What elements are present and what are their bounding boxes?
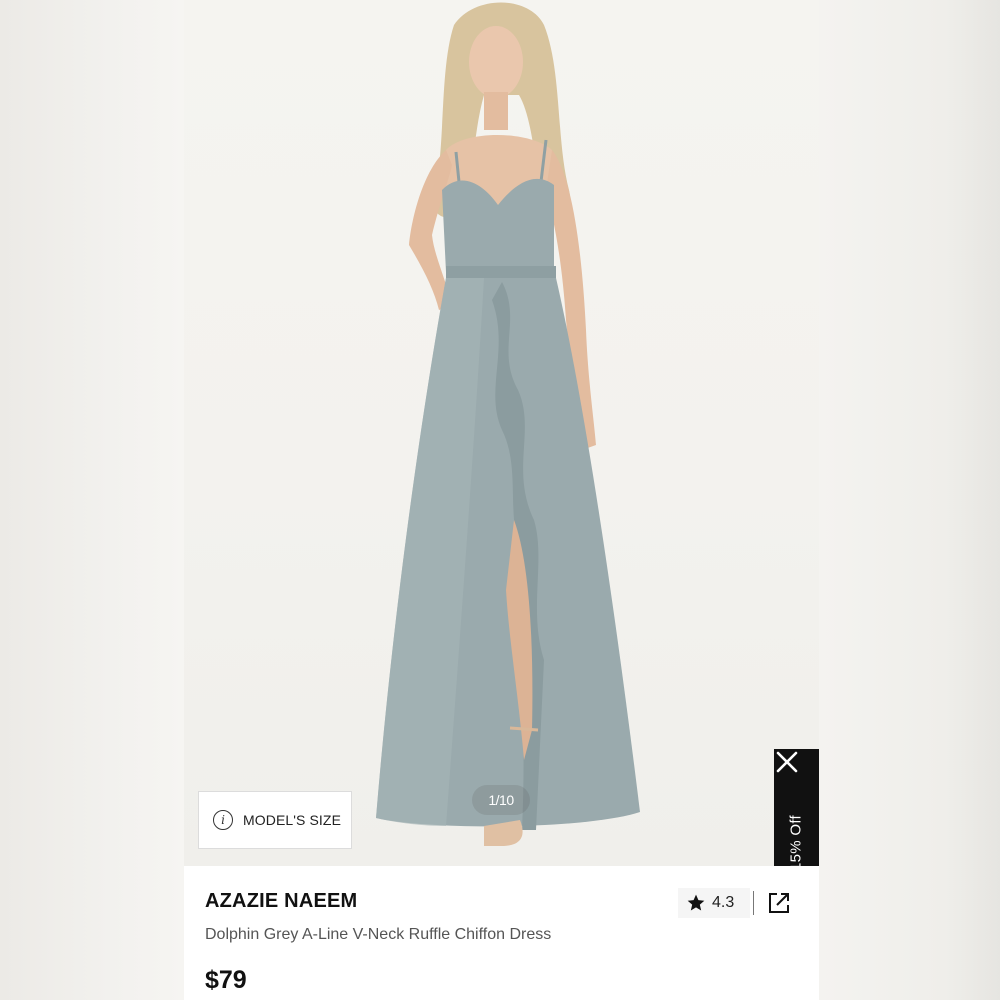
rating-value: 4.3 xyxy=(712,894,735,911)
product-info: AZAZIE NAEEM Dolphin Grey A-Line V-Neck … xyxy=(184,866,819,1000)
brand-name: AZAZIE NAEEM xyxy=(205,890,358,912)
promo-label: 15% Off xyxy=(787,814,805,866)
background-right xyxy=(819,0,1000,1000)
discount-promo-tab[interactable]: 15% Off xyxy=(774,749,819,866)
share-external-icon[interactable] xyxy=(767,891,791,915)
close-icon[interactable] xyxy=(774,749,800,775)
model-wearing-dress-illustration xyxy=(376,2,640,846)
star-icon xyxy=(687,894,705,911)
image-counter: 1/10 xyxy=(472,785,530,815)
product-title[interactable]: Dolphin Grey A-Line V-Neck Ruffle Chiffo… xyxy=(205,926,551,944)
product-card: i MODEL'S SIZE 1/10 15% Off AZAZIE NAEEM… xyxy=(184,0,819,1000)
models-size-button[interactable]: i MODEL'S SIZE xyxy=(198,791,352,849)
product-image[interactable]: i MODEL'S SIZE 1/10 15% Off xyxy=(184,0,819,866)
models-size-label: MODEL'S SIZE xyxy=(243,812,342,828)
divider xyxy=(753,891,754,915)
background-left xyxy=(0,0,184,1000)
info-icon: i xyxy=(213,810,233,830)
product-price: $79 xyxy=(205,966,247,994)
rating-badge[interactable]: 4.3 xyxy=(678,888,750,918)
